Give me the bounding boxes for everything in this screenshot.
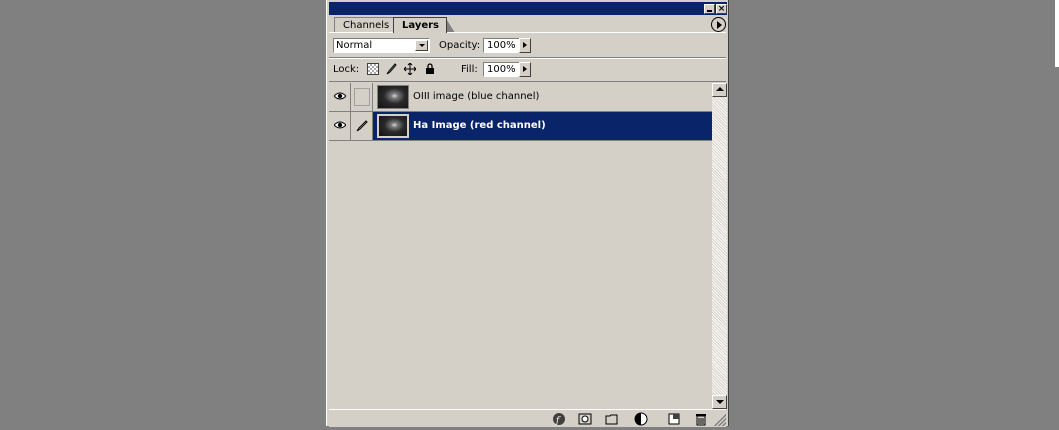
blend-mode-value: Normal bbox=[336, 40, 373, 51]
scroll-down-button[interactable] bbox=[712, 395, 727, 409]
fill-label: Fill: bbox=[461, 64, 478, 75]
palette-title-bar[interactable]: × bbox=[329, 2, 727, 15]
brush-icon bbox=[356, 120, 368, 135]
layers-list: OIII image (blue channel) Ha Image (red … bbox=[329, 83, 712, 409]
fill-input[interactable]: 100% bbox=[483, 62, 520, 77]
tab-channels[interactable]: Channels bbox=[334, 17, 394, 33]
palette-footer: f bbox=[329, 409, 726, 427]
lock-position-icon[interactable] bbox=[403, 62, 417, 76]
lock-image-icon[interactable] bbox=[385, 63, 397, 75]
adjustment-layer-icon[interactable] bbox=[633, 412, 649, 426]
desktop-edge bbox=[1055, 0, 1059, 67]
new-layer-icon[interactable] bbox=[666, 412, 682, 426]
eye-icon bbox=[333, 91, 347, 101]
divider bbox=[329, 58, 726, 59]
layer-thumbnail[interactable] bbox=[377, 114, 409, 138]
layers-palette: × Channels Layers Normal Opacity: 100% L… bbox=[326, 0, 729, 427]
resize-grip[interactable] bbox=[714, 414, 726, 426]
visibility-toggle[interactable] bbox=[329, 112, 351, 140]
blend-mode-select[interactable]: Normal bbox=[333, 38, 430, 53]
layer-styles-icon[interactable]: f bbox=[551, 412, 567, 426]
tab-layers[interactable]: Layers bbox=[393, 17, 447, 33]
layer-mask-icon[interactable] bbox=[577, 412, 593, 426]
layer-row-selected[interactable]: Ha Image (red channel) bbox=[329, 112, 712, 141]
divider bbox=[329, 81, 726, 82]
layer-link-cell[interactable] bbox=[351, 83, 373, 111]
layer-name[interactable]: Ha Image (red channel) bbox=[413, 119, 546, 133]
vertical-scrollbar[interactable] bbox=[712, 83, 727, 409]
link-box bbox=[354, 88, 370, 106]
fill-slider-button[interactable] bbox=[519, 62, 531, 77]
minimize-button[interactable] bbox=[704, 4, 715, 14]
chevron-down-icon[interactable] bbox=[415, 40, 428, 51]
layer-name[interactable]: OIII image (blue channel) bbox=[413, 90, 539, 104]
scroll-up-button[interactable] bbox=[712, 83, 727, 97]
layer-thumbnail[interactable] bbox=[377, 85, 409, 109]
blend-opacity-row: Normal Opacity: 100% bbox=[333, 38, 727, 54]
lock-transparency-icon[interactable] bbox=[367, 63, 379, 75]
trash-icon[interactable] bbox=[693, 412, 709, 426]
palette-tabs: Channels Layers bbox=[332, 17, 725, 33]
visibility-toggle[interactable] bbox=[329, 83, 351, 111]
opacity-label: Opacity: bbox=[439, 40, 481, 51]
layer-row[interactable]: OIII image (blue channel) bbox=[329, 83, 712, 112]
opacity-input[interactable]: 100% bbox=[483, 38, 520, 53]
layer-edit-cell[interactable] bbox=[351, 112, 373, 140]
lock-label: Lock: bbox=[333, 64, 360, 75]
tab-divider bbox=[329, 32, 726, 33]
opacity-slider-button[interactable] bbox=[519, 38, 531, 53]
eye-icon bbox=[333, 120, 347, 130]
lock-all-icon[interactable] bbox=[424, 63, 436, 75]
close-button[interactable]: × bbox=[716, 4, 727, 14]
palette-menu-button[interactable] bbox=[711, 17, 726, 32]
new-group-icon[interactable] bbox=[604, 412, 620, 426]
